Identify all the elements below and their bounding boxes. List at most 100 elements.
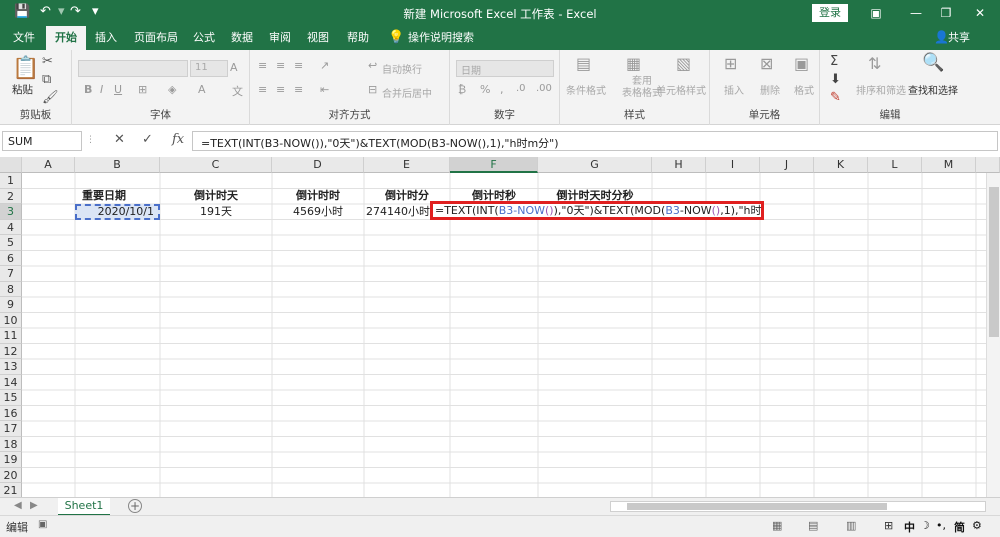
- delete-cells-label[interactable]: 删除: [760, 82, 780, 97]
- cell-d2[interactable]: 倒计时时: [272, 188, 364, 203]
- tab-view[interactable]: 视图: [298, 26, 338, 50]
- autosum-icon[interactable]: Σ: [830, 54, 838, 69]
- border-icon[interactable]: ⊞: [138, 83, 147, 96]
- fill-color-icon[interactable]: ◈: [168, 83, 176, 96]
- ime-punctuation-icon[interactable]: •,: [936, 519, 946, 532]
- login-button[interactable]: 登录: [812, 4, 848, 22]
- merge-center-label[interactable]: 合并后居中: [382, 85, 432, 100]
- phonetic-icon[interactable]: 文: [232, 83, 243, 99]
- column-header-m[interactable]: M: [922, 157, 976, 173]
- indent-icon[interactable]: ⇤: [320, 83, 329, 96]
- ime-settings-icon[interactable]: ⚙: [972, 519, 982, 532]
- share-button[interactable]: 共享: [948, 26, 970, 50]
- row-header-3[interactable]: 3: [0, 204, 22, 220]
- tell-me-search[interactable]: 操作说明搜索: [408, 26, 474, 50]
- tab-page-layout[interactable]: 页面布局: [128, 26, 184, 50]
- column-header-l[interactable]: L: [868, 157, 922, 173]
- underline-icon[interactable]: U: [114, 83, 122, 96]
- font-size-dropdown[interactable]: 11: [190, 60, 228, 77]
- page-layout-view-icon[interactable]: ▤: [808, 519, 818, 532]
- tab-file[interactable]: 文件: [4, 26, 44, 50]
- tab-review[interactable]: 审阅: [260, 26, 300, 50]
- wrap-text-label[interactable]: 自动换行: [382, 61, 422, 76]
- paste-label[interactable]: 粘贴: [12, 82, 33, 97]
- row-header-10[interactable]: 10: [0, 312, 22, 328]
- column-header-j[interactable]: J: [760, 157, 814, 173]
- format-painter-icon[interactable]: 🖌: [42, 90, 59, 105]
- prev-sheet-icon[interactable]: ◀: [14, 500, 22, 511]
- percent-icon[interactable]: %: [480, 83, 490, 96]
- align-center-icon[interactable]: ≡: [276, 83, 285, 96]
- cell-b3[interactable]: 2020/10/1: [75, 203, 160, 220]
- column-header-c[interactable]: C: [160, 157, 272, 173]
- row-header-16[interactable]: 16: [0, 405, 22, 421]
- column-header-f[interactable]: F: [450, 157, 538, 173]
- column-header-b[interactable]: B: [75, 157, 160, 173]
- column-header-n[interactable]: [976, 157, 1000, 173]
- align-bottom-icon[interactable]: ≡: [294, 59, 303, 72]
- comma-style-icon[interactable]: ,: [500, 83, 504, 96]
- merge-center-icon[interactable]: ⊟: [368, 83, 377, 96]
- orientation-icon[interactable]: ↗: [320, 59, 329, 72]
- cell-f3-editing[interactable]: =TEXT(INT(B3-NOW()),"0天")&TEXT(MOD(B3-NO…: [430, 201, 764, 220]
- row-header-19[interactable]: 19: [0, 452, 22, 468]
- row-header-15[interactable]: 15: [0, 390, 22, 406]
- accounting-format-icon[interactable]: ₿: [458, 83, 466, 96]
- cell-b2[interactable]: 重要日期: [75, 188, 133, 203]
- align-left-icon[interactable]: ≡: [258, 83, 267, 96]
- sheet-tab-sheet1[interactable]: Sheet1: [58, 498, 110, 516]
- ime-simplified-icon[interactable]: 简: [954, 519, 965, 535]
- tab-help[interactable]: 帮助: [338, 26, 378, 50]
- row-header-6[interactable]: 6: [0, 250, 22, 266]
- row-header-5[interactable]: 5: [0, 235, 22, 251]
- format-cells-icon[interactable]: ▣: [794, 54, 809, 73]
- column-header-k[interactable]: K: [814, 157, 868, 173]
- column-header-g[interactable]: G: [538, 157, 652, 173]
- tab-insert[interactable]: 插入: [86, 26, 126, 50]
- ime-chinese-icon[interactable]: 中: [904, 519, 915, 535]
- sort-filter-icon[interactable]: ⇅: [868, 54, 881, 73]
- column-header-h[interactable]: H: [652, 157, 706, 173]
- row-header-9[interactable]: 9: [0, 297, 22, 313]
- row-header-14[interactable]: 14: [0, 374, 22, 390]
- next-sheet-icon[interactable]: ▶: [30, 500, 38, 511]
- enter-formula-button[interactable]: ✓: [142, 132, 153, 147]
- conditional-format-icon[interactable]: ▤: [576, 54, 591, 73]
- wrap-text-icon[interactable]: ↩: [368, 59, 377, 72]
- find-select-icon[interactable]: 🔍: [922, 52, 944, 73]
- horizontal-scroll-thumb[interactable]: [627, 503, 887, 510]
- conditional-format-label[interactable]: 条件格式: [566, 82, 606, 97]
- decrease-decimal-icon[interactable]: .00: [536, 83, 552, 94]
- row-header-20[interactable]: 20: [0, 467, 22, 483]
- close-button[interactable]: ✕: [960, 2, 1000, 24]
- cell-c2[interactable]: 倒计时天: [160, 188, 272, 203]
- clear-icon[interactable]: ✎: [830, 90, 841, 105]
- cancel-formula-button[interactable]: ✕: [114, 132, 125, 147]
- horizontal-scrollbar[interactable]: [610, 501, 986, 512]
- copy-icon[interactable]: ⧉: [42, 72, 51, 87]
- find-select-label[interactable]: 查找和选择: [908, 82, 958, 97]
- font-name-dropdown[interactable]: [78, 60, 188, 77]
- select-all-corner[interactable]: [0, 157, 22, 173]
- cell-e3[interactable]: 274140小时: [364, 204, 430, 219]
- insert-cells-icon[interactable]: ⊞: [724, 54, 737, 73]
- grow-font-icon[interactable]: A: [230, 61, 238, 74]
- fill-icon[interactable]: ⬇: [830, 72, 841, 87]
- font-color-icon[interactable]: A: [198, 83, 206, 96]
- column-header-e[interactable]: E: [364, 157, 450, 173]
- align-top-icon[interactable]: ≡: [258, 59, 267, 72]
- delete-cells-icon[interactable]: ⊠: [760, 54, 773, 73]
- cell-styles-label[interactable]: 单元格样式: [656, 82, 706, 97]
- vertical-scrollbar[interactable]: [986, 173, 1000, 497]
- italic-icon[interactable]: I: [100, 83, 103, 96]
- macro-record-icon[interactable]: ▣: [38, 519, 47, 530]
- column-header-a[interactable]: A: [22, 157, 75, 173]
- tab-home[interactable]: 开始: [46, 26, 86, 50]
- insert-function-button[interactable]: fx: [172, 132, 184, 147]
- normal-view-icon[interactable]: ▦: [772, 519, 782, 532]
- tab-data[interactable]: 数据: [222, 26, 262, 50]
- column-header-i[interactable]: I: [706, 157, 760, 173]
- row-header-4[interactable]: 4: [0, 219, 22, 235]
- page-break-view-icon[interactable]: ▥: [846, 519, 856, 532]
- insert-cells-label[interactable]: 插入: [724, 82, 744, 97]
